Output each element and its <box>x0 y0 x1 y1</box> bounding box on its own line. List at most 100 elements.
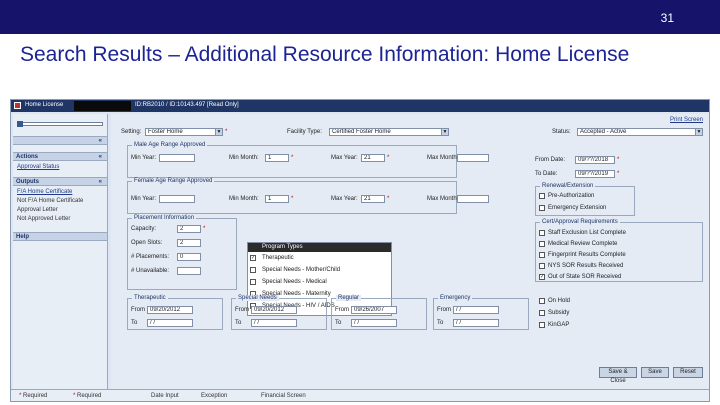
to-label: To <box>131 320 138 326</box>
sidebar: « Actions « Approval Status Outputs « F/A … <box>13 114 108 401</box>
sidebar-help-header[interactable]: Help <box>13 232 107 241</box>
program-type-checkbox[interactable]: ✓ <box>250 255 256 261</box>
from-date-label: From Date: <box>535 157 566 163</box>
chevron-down-icon[interactable]: ▼ <box>215 129 222 135</box>
facility-type-select[interactable]: Certified Foster Home ▼ <box>329 128 449 136</box>
status-legend-bar: * Required * Required Date Input Excepti… <box>11 389 709 401</box>
female-max-year-input[interactable]: 21 <box>361 195 385 203</box>
status-select[interactable]: Accepted - Active ▼ <box>577 128 703 136</box>
from-label: From <box>131 307 145 313</box>
capacity-label: Capacity: <box>131 226 157 232</box>
requirement-checkbox[interactable] <box>539 241 545 247</box>
requirement-checkbox[interactable] <box>539 252 545 258</box>
subsidy-checkbox[interactable] <box>539 310 545 316</box>
open-slots-input[interactable]: 2 <box>177 239 201 247</box>
unavailable-input[interactable] <box>177 267 201 275</box>
female-max-month-input[interactable] <box>457 195 489 203</box>
emergency-extension-label: Emergency Extension <box>548 205 607 211</box>
sidebar-slider[interactable] <box>17 121 103 127</box>
requirement-checkbox[interactable] <box>539 230 545 236</box>
sidebar-item-fa-certificate[interactable]: F/A Home Certificate <box>17 189 72 195</box>
program-types-header: Program Types <box>248 243 391 252</box>
male-min-month-label: Min Month: <box>229 155 259 161</box>
sidebar-item-not-approved-letter[interactable]: Not Approved Letter <box>17 216 70 222</box>
male-max-month-input[interactable] <box>457 154 489 162</box>
special-needs-from-input[interactable]: 09/20/2012 <box>251 306 297 314</box>
kingap-checkbox[interactable] <box>539 322 545 328</box>
to-label: To <box>235 320 242 326</box>
window-record-id: ID:RB2010 / ID:10143.497 [Read Only] <box>135 102 239 108</box>
window-title: Home License <box>25 102 64 108</box>
legend-required: * Required <box>19 393 48 399</box>
legend-financial-screen: Financial Screen <box>261 393 306 399</box>
male-min-year-input[interactable] <box>159 154 195 162</box>
female-max-year-label: Max Year: <box>331 196 358 202</box>
placements-label: # Placements: <box>131 254 170 260</box>
regular-to-input[interactable]: / / <box>351 319 397 327</box>
pre-authorization-checkbox[interactable] <box>539 193 545 199</box>
open-slots-label: Open Slots: <box>131 240 163 246</box>
save-close-button[interactable]: Save & Close <box>599 367 637 384</box>
print-screen-link[interactable]: Print Screen <box>670 117 703 123</box>
male-max-year-label: Max Year: <box>331 155 358 161</box>
female-min-year-input[interactable] <box>159 195 195 203</box>
kingap-label: KinGAP <box>548 322 570 328</box>
from-label: From <box>437 307 451 313</box>
emergency-to-input[interactable]: / / <box>453 319 499 327</box>
reset-button[interactable]: Reset <box>673 367 703 378</box>
collapse-icon[interactable]: « <box>99 137 102 145</box>
sidebar-item-not-fa-certificate[interactable]: Not F/A Home Certificate <box>17 198 83 204</box>
to-date-label: To Date: <box>535 171 558 177</box>
chevron-icon[interactable]: « <box>99 178 102 186</box>
on-hold-checkbox[interactable] <box>539 298 545 304</box>
sidebar-collapse-bar[interactable]: « <box>13 136 107 145</box>
regular-from-input[interactable]: 09/26/2007 <box>351 306 397 314</box>
chevron-down-icon[interactable]: ▼ <box>441 129 448 135</box>
therapeutic-to-input[interactable]: / / <box>147 319 193 327</box>
special-needs-to-input[interactable]: / / <box>251 319 297 327</box>
placements-input[interactable]: 0 <box>177 253 201 261</box>
female-min-month-input[interactable]: 1 <box>265 195 289 203</box>
to-date-input[interactable]: 09/??/2019 <box>575 170 615 178</box>
requirement-checkbox[interactable]: ✓ <box>539 274 545 280</box>
program-type-checkbox[interactable] <box>250 279 256 285</box>
from-label: From <box>335 307 349 313</box>
male-min-year-label: Min Year: <box>131 155 157 161</box>
capacity-input[interactable]: 2 <box>177 225 201 233</box>
slider-handle[interactable] <box>17 121 23 127</box>
on-hold-label: On Hold <box>548 298 571 304</box>
sidebar-actions-header[interactable]: Actions « <box>13 152 107 161</box>
male-min-month-input[interactable]: 1 <box>265 154 289 162</box>
setting-select[interactable]: Foster Home ▼ <box>145 128 223 136</box>
window-titlebar: Home License ID:RB2010 / ID:10143.497 [R… <box>11 100 709 112</box>
sidebar-item-approval-letter[interactable]: Approval Letter <box>17 207 58 213</box>
app-screenshot: Home License ID:RB2010 / ID:10143.497 [R… <box>10 99 710 402</box>
requirement-label: Staff Exclusion List Complete <box>548 230 626 236</box>
male-max-year-input[interactable]: 21 <box>361 154 385 162</box>
therapeutic-from-input[interactable]: 09/20/2012 <box>147 306 193 314</box>
from-date-input[interactable]: 09/??/2018 <box>575 156 615 164</box>
to-label: To <box>437 320 444 326</box>
chevron-icon[interactable]: « <box>99 153 102 161</box>
save-button[interactable]: Save <box>641 367 669 378</box>
emergency-extension-checkbox[interactable] <box>539 205 545 211</box>
unavailable-label: # Unavailable: <box>131 268 170 274</box>
chevron-down-icon[interactable]: ▼ <box>695 129 702 135</box>
requirement-label: Fingerprint Results Complete <box>548 252 626 258</box>
requirement-label: Out of State SOR Received <box>548 274 622 280</box>
subsidy-label: Subsidy <box>548 310 570 316</box>
program-type-checkbox[interactable] <box>250 267 256 273</box>
requirement-label: Medical Review Complete <box>548 241 618 247</box>
sidebar-outputs-header[interactable]: Outputs « <box>13 177 107 186</box>
legend-required-alt: * Required <box>73 393 102 399</box>
requirement-checkbox[interactable] <box>539 263 545 269</box>
sidebar-item-approval-status[interactable]: Approval Status <box>17 164 59 170</box>
requirement-label: NYS SOR Results Received <box>548 263 624 269</box>
app-icon <box>14 102 21 109</box>
pre-authorization-label: Pre-Authorization <box>548 193 595 199</box>
status-label: Status: <box>552 129 571 135</box>
slide-number: 31 <box>660 11 674 25</box>
male-max-month-label: Max Month: <box>427 155 459 161</box>
emergency-from-input[interactable]: / / <box>453 306 499 314</box>
renewal-group: Renewal/Extension <box>535 183 635 216</box>
